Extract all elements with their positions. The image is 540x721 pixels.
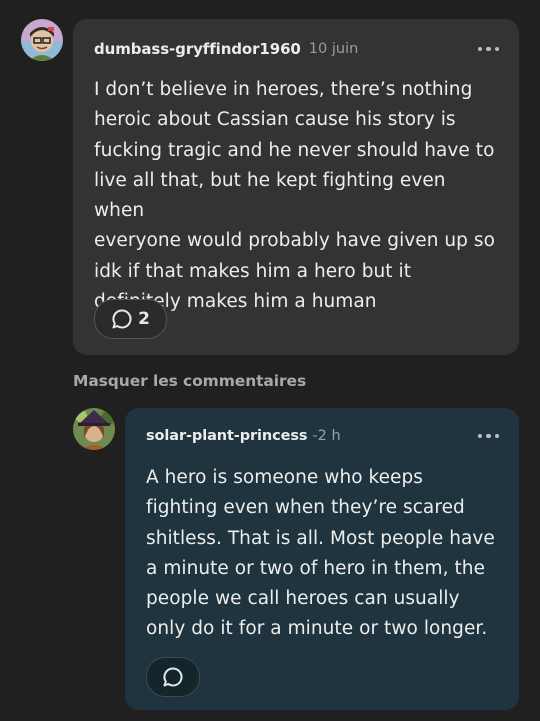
user-avatar-icon bbox=[21, 19, 63, 61]
more-options-icon[interactable] bbox=[477, 430, 499, 443]
reply-button[interactable] bbox=[146, 657, 200, 697]
reply-timestamp: -2 h bbox=[312, 428, 341, 444]
comment-header: dumbass-gryffindor1960 10 juin bbox=[94, 40, 499, 58]
reply-button[interactable]: 2 bbox=[94, 299, 167, 339]
reply-header: solar-plant-princess -2 h bbox=[146, 428, 499, 444]
comment-timestamp: 10 juin bbox=[308, 41, 359, 57]
reply-count: 2 bbox=[138, 309, 150, 329]
speech-bubble-icon bbox=[112, 309, 132, 329]
comment-username[interactable]: dumbass-gryffindor1960 bbox=[94, 40, 301, 58]
reply-username[interactable]: solar-plant-princess bbox=[146, 428, 308, 444]
more-options-icon[interactable] bbox=[477, 43, 499, 56]
reply-card: solar-plant-princess -2 h A hero is some… bbox=[125, 408, 519, 710]
user-avatar-dumbass-gryffindor1960[interactable] bbox=[21, 19, 63, 61]
user-avatar-solar-plant-princess[interactable] bbox=[73, 408, 115, 450]
comment-body: I don’t believe in heroes, there’s nothi… bbox=[94, 79, 495, 313]
speech-bubble-icon bbox=[163, 667, 183, 687]
user-avatar-icon bbox=[73, 408, 115, 450]
comment-card: dumbass-gryffindor1960 10 juin I don’t b… bbox=[73, 19, 519, 355]
reply-body: A hero is someone who keeps fighting eve… bbox=[146, 467, 495, 640]
hide-comments-link[interactable]: Masquer les commentaires bbox=[73, 372, 306, 390]
